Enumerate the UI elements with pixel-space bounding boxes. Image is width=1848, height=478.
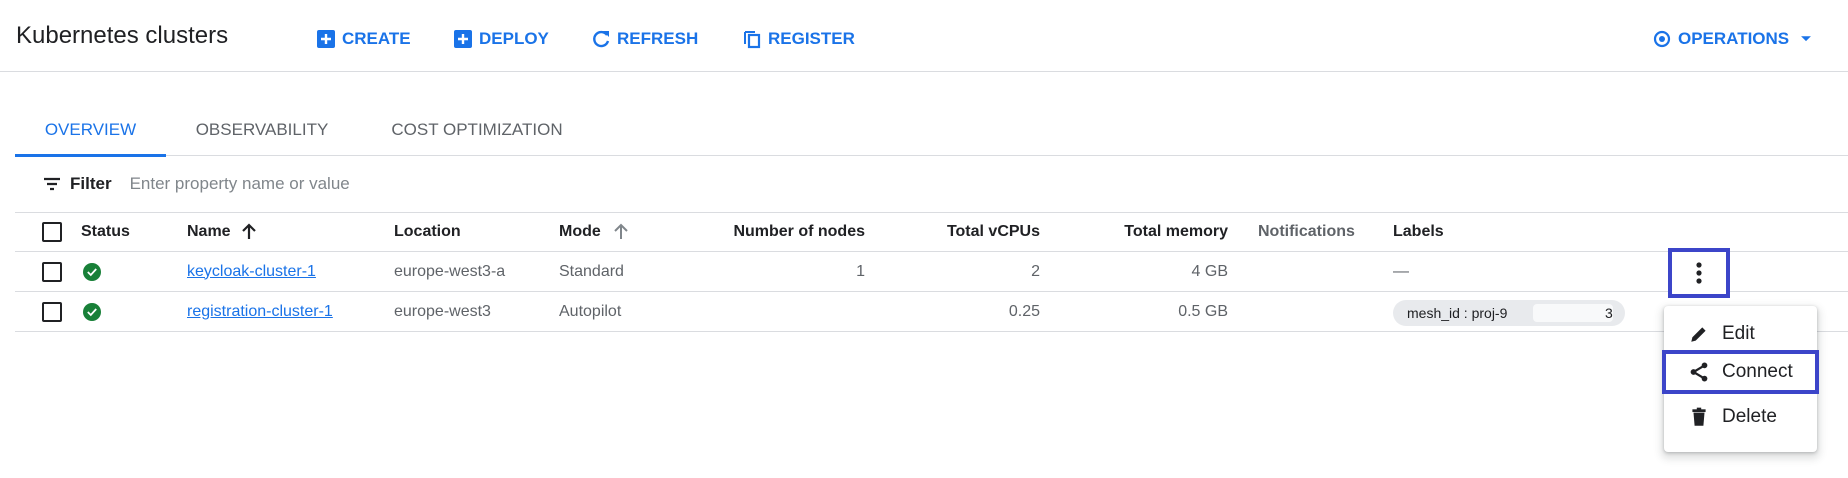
cell-vcpus: 0.25 xyxy=(1008,302,1040,320)
pencil-icon xyxy=(1691,327,1706,342)
column-labels: Labels xyxy=(1393,223,1444,240)
more-vert-icon xyxy=(1696,262,1702,284)
column-memory[interactable]: Total memory xyxy=(1070,213,1228,251)
register-button[interactable]: REGISTER xyxy=(742,26,855,52)
tab-overview-label: OVERVIEW xyxy=(44,120,137,139)
filter-label: Filter xyxy=(70,174,112,193)
menu-item-delete[interactable]: Delete xyxy=(1664,397,1817,437)
cell-memory: 0.5 GB xyxy=(1178,302,1228,320)
add-box-icon xyxy=(317,30,335,48)
select-all-checkbox[interactable] xyxy=(42,213,62,251)
table-row: keycloak-cluster-1 europe-west3-a Standa… xyxy=(15,252,1848,292)
refresh-label: REFRESH xyxy=(617,29,699,48)
operations-label: OPERATIONS xyxy=(1678,29,1790,48)
cell-labels: — xyxy=(1393,262,1409,280)
tab-observability[interactable]: OBSERVABILITY xyxy=(182,120,342,156)
operations-icon xyxy=(1653,30,1671,48)
column-name-label: Name xyxy=(187,223,231,240)
label-chip: mesh_id : proj-9 3 xyxy=(1393,300,1625,326)
header-bar: Kubernetes clusters CREATE DEPLOY REFRES… xyxy=(0,0,1848,72)
filter-bar: Filter xyxy=(42,170,448,198)
label-chip-text: mesh_id : proj-9 xyxy=(1407,305,1508,321)
sort-up-icon xyxy=(241,223,256,239)
column-vcpus[interactable]: Total vCPUs xyxy=(895,213,1040,251)
active-tab-indicator xyxy=(15,154,166,157)
register-label: REGISTER xyxy=(768,29,855,48)
menu-item-edit[interactable]: Edit xyxy=(1664,314,1817,354)
deploy-label: DEPLOY xyxy=(479,29,549,48)
create-button[interactable]: CREATE xyxy=(316,26,411,52)
cell-memory: 4 GB xyxy=(1191,262,1228,280)
column-name[interactable]: Name xyxy=(187,213,259,251)
tab-observability-label: OBSERVABILITY xyxy=(195,120,329,139)
tab-cost-optimization[interactable]: COST OPTIMIZATION xyxy=(377,120,577,156)
cell-location: europe-west3-a xyxy=(394,262,506,280)
refresh-icon xyxy=(593,30,610,48)
row-checkbox[interactable] xyxy=(42,292,62,331)
filter-icon xyxy=(44,177,60,191)
tab-overview[interactable]: OVERVIEW xyxy=(15,120,166,157)
menu-item-connect[interactable]: Connect xyxy=(1662,350,1819,394)
column-location[interactable]: Location xyxy=(394,213,461,251)
status-ok-icon xyxy=(83,252,101,291)
menu-item-edit-label: Edit xyxy=(1722,323,1755,344)
page-title: Kubernetes clusters xyxy=(16,22,229,49)
copy-icon xyxy=(744,31,761,49)
deploy-button[interactable]: DEPLOY xyxy=(453,26,549,52)
cell-nodes: 1 xyxy=(856,262,865,280)
column-mode-label: Mode xyxy=(559,223,601,240)
trash-icon xyxy=(1692,407,1706,426)
checkbox-box xyxy=(42,222,62,242)
page: Kubernetes clusters CREATE DEPLOY REFRES… xyxy=(0,0,1848,478)
operations-button[interactable]: OPERATIONS xyxy=(1652,26,1813,52)
row-actions-kebab-button[interactable] xyxy=(1668,248,1730,298)
status-ok-icon xyxy=(83,292,101,331)
filter-input[interactable] xyxy=(127,173,448,195)
checkbox-box xyxy=(42,301,62,322)
share-icon xyxy=(1690,362,1708,382)
redacted-text xyxy=(1533,304,1613,322)
row-checkbox[interactable] xyxy=(42,252,62,291)
cell-nodes xyxy=(695,292,865,331)
check-circle-icon xyxy=(83,262,101,281)
row-actions-menu: Edit Connect Delete xyxy=(1662,306,1819,452)
column-notifications: Notifications xyxy=(1258,223,1355,240)
caret-down-icon xyxy=(1801,36,1812,42)
tab-cost-optimization-label: COST OPTIMIZATION xyxy=(391,120,563,139)
cell-mode: Autopilot xyxy=(559,302,622,320)
menu-item-delete-label: Delete xyxy=(1722,406,1777,427)
table-row: registration-cluster-1 europe-west3 Auto… xyxy=(15,292,1848,332)
check-circle-icon xyxy=(83,302,101,321)
table-header: Status Name Location Mode Number of node… xyxy=(15,212,1848,252)
column-mode[interactable]: Mode xyxy=(559,213,631,251)
menu-item-connect-label: Connect xyxy=(1722,361,1793,382)
column-status[interactable]: Status xyxy=(81,213,130,251)
create-label: CREATE xyxy=(342,29,411,48)
cluster-name-link[interactable]: keycloak-cluster-1 xyxy=(187,263,316,281)
cell-mode: Standard xyxy=(559,262,624,280)
sort-icon xyxy=(614,223,628,239)
column-nodes[interactable]: Number of nodes xyxy=(695,213,865,251)
refresh-button[interactable]: REFRESH xyxy=(591,26,698,52)
cell-vcpus: 2 xyxy=(1031,262,1040,280)
label-chip-suffix: 3 xyxy=(1605,305,1613,321)
cell-location: europe-west3 xyxy=(394,302,491,320)
add-box-icon xyxy=(454,30,472,48)
cluster-name-link[interactable]: registration-cluster-1 xyxy=(187,303,333,321)
tab-bar: OVERVIEW OBSERVABILITY COST OPTIMIZATION xyxy=(15,110,1848,157)
checkbox-box xyxy=(42,261,62,282)
